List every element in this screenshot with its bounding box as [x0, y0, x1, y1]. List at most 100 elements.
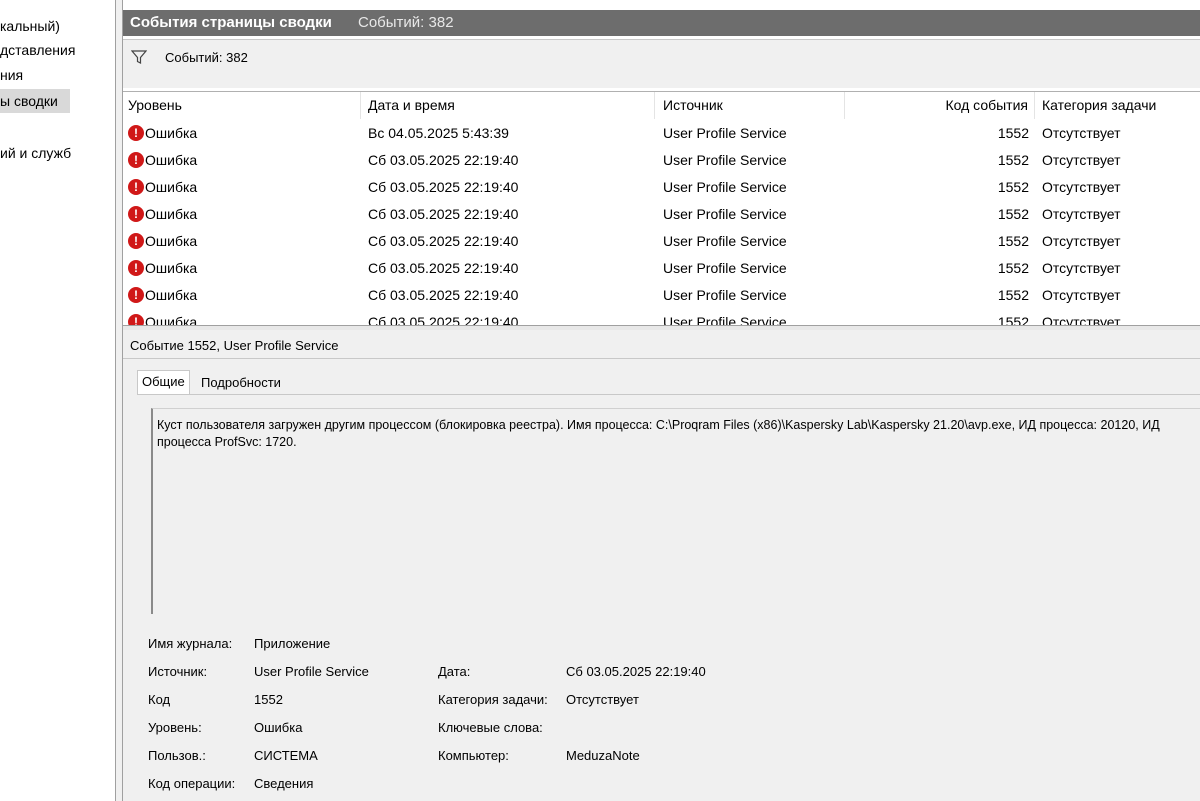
event-code-cell: 1552 [997, 152, 1029, 168]
code-value: 1552 [254, 692, 283, 707]
log-name-label: Имя журнала: [148, 636, 233, 651]
task-category-cell: Отсутствует [1042, 233, 1121, 249]
event-code-cell: 1552 [997, 287, 1029, 303]
filter-icon[interactable] [131, 49, 147, 65]
level-label: Уровень: [148, 720, 202, 735]
tree-item[interactable]: кальный) [0, 14, 60, 38]
datetime-cell: Сб 03.05.2025 22:19:40 [368, 233, 519, 249]
filter-text: Событий: 382 [165, 50, 248, 65]
level-cell: Ошибка [145, 179, 198, 195]
code-label: Код [148, 692, 171, 707]
events-table: Уровень Дата и время Источник Код событи… [123, 91, 1200, 326]
error-icon: ! [128, 233, 144, 249]
datetime-cell: Сб 03.05.2025 22:19:40 [368, 152, 519, 168]
task-category-cell: Отсутствует [1042, 260, 1121, 276]
computer-label: Компьютер: [438, 748, 509, 763]
filter-bar: Событий: 382 [123, 39, 1200, 88]
datetime-cell: Сб 03.05.2025 22:19:40 [368, 179, 519, 195]
date-value: Сб 03.05.2025 22:19:40 [566, 664, 706, 679]
divider [123, 358, 1200, 359]
source-cell: User Profile Service [663, 206, 787, 222]
pane-splitter[interactable] [116, 0, 123, 801]
table-row[interactable]: ! Ошибка Сб 03.05.2025 22:19:40 User Profil… [123, 228, 1200, 255]
opcode-label: Код операции: [148, 776, 236, 791]
divider [137, 394, 1200, 395]
error-icon: ! [128, 125, 144, 141]
page-header: События страницы сводки Событий: 382 [123, 10, 1200, 36]
source-cell: User Profile Service [663, 260, 787, 276]
source-label: Источник: [148, 664, 208, 679]
source-value: User Profile Service [254, 664, 369, 679]
table-row[interactable]: ! Ошибка Сб 03.05.2025 22:19:40 User Profil… [123, 147, 1200, 174]
tree-item[interactable]: дставления [0, 38, 75, 62]
date-label: Дата: [438, 664, 471, 679]
table-row[interactable]: ! Ошибка Сб 03.05.2025 22:19:40 User Profil… [123, 282, 1200, 309]
level-cell: Ошибка [145, 125, 198, 141]
tree-item-selected[interactable]: ы сводки [0, 89, 70, 113]
task-category-cell: Отсутствует [1042, 179, 1121, 195]
column-header-source[interactable]: Источник [655, 92, 845, 119]
keywords-label: Ключевые слова: [438, 720, 543, 735]
level-cell: Ошибка [145, 314, 198, 326]
datetime-cell: Сб 03.05.2025 22:19:40 [368, 287, 519, 303]
error-icon: ! [128, 287, 144, 303]
datetime-cell: Сб 03.05.2025 22:19:40 [368, 206, 519, 222]
task-category-cell: Отсутствует [1042, 287, 1121, 303]
event-description-box[interactable]: Куст пользователя загружен другим процес… [151, 408, 1200, 614]
task-category-cell: Отсутствует [1042, 152, 1121, 168]
level-cell: Ошибка [145, 233, 198, 249]
event-count: Событий: 382 [358, 14, 454, 31]
error-icon: ! [128, 179, 144, 195]
table-row[interactable]: ! Ошибка Сб 03.05.2025 22:19:40 User Profil… [123, 174, 1200, 201]
event-details-title: Событие 1552, User Profile Service [130, 338, 339, 353]
level-cell: Ошибка [145, 287, 198, 303]
table-row[interactable]: ! Ошибка Сб 03.05.2025 22:19:40 User Profil… [123, 255, 1200, 282]
event-description: Куст пользователя загружен другим процес… [157, 418, 1160, 449]
tab-details[interactable]: Подробности [197, 372, 285, 394]
task-category-label: Категория задачи: [438, 692, 548, 707]
tree-item[interactable]: ния [0, 63, 23, 87]
column-header-datetime[interactable]: Дата и время [361, 92, 655, 119]
level-cell: Ошибка [145, 206, 198, 222]
event-details-pane: Событие 1552, User Profile Service Общие… [123, 330, 1200, 801]
source-cell: User Profile Service [663, 179, 787, 195]
event-code-cell: 1552 [997, 260, 1029, 276]
event-code-cell: 1552 [997, 179, 1029, 195]
level-cell: Ошибка [145, 260, 198, 276]
table-row[interactable]: ! Ошибка Вс 04.05.2025 5:43:39 User Profile… [123, 120, 1200, 147]
navigation-tree: кальный) дставления ния ы сводки ий и сл… [0, 0, 116, 801]
opcode-value: Сведения [254, 776, 314, 791]
column-header-event-code[interactable]: Код события [845, 92, 1035, 119]
column-header-level[interactable]: Уровень [123, 92, 361, 119]
table-row[interactable]: ! Ошибка Сб 03.05.2025 22:19:40 User Profil… [123, 309, 1200, 326]
error-icon: ! [128, 152, 144, 168]
user-label: Пользов.: [148, 748, 206, 763]
source-cell: User Profile Service [663, 287, 787, 303]
tab-general[interactable]: Общие [137, 370, 190, 395]
column-header-task-category[interactable]: Категория задачи [1035, 92, 1200, 119]
task-category-cell: Отсутствует [1042, 125, 1121, 141]
datetime-cell: Вс 04.05.2025 5:43:39 [368, 125, 509, 141]
level-value: Ошибка [254, 720, 303, 735]
source-cell: User Profile Service [663, 152, 787, 168]
table-row[interactable]: ! Ошибка Сб 03.05.2025 22:19:40 User Profil… [123, 201, 1200, 228]
source-cell: User Profile Service [663, 314, 787, 326]
source-cell: User Profile Service [663, 125, 787, 141]
source-cell: User Profile Service [663, 233, 787, 249]
event-code-cell: 1552 [997, 314, 1029, 326]
datetime-cell: Сб 03.05.2025 22:19:40 [368, 260, 519, 276]
user-value: СИСТЕМА [254, 748, 318, 763]
task-category-cell: Отсутствует [1042, 206, 1121, 222]
page-title: События страницы сводки [130, 14, 332, 31]
task-category-cell: Отсутствует [1042, 314, 1121, 326]
computer-value: MeduzaNote [566, 748, 640, 763]
task-category-value: Отсутствует [566, 692, 639, 707]
error-icon: ! [128, 206, 144, 222]
error-icon: ! [128, 260, 144, 276]
datetime-cell: Сб 03.05.2025 22:19:40 [368, 314, 519, 326]
event-code-cell: 1552 [997, 206, 1029, 222]
tree-item[interactable]: ий и служб [0, 141, 71, 165]
level-cell: Ошибка [145, 152, 198, 168]
event-code-cell: 1552 [997, 233, 1029, 249]
log-name-value: Приложение [254, 636, 331, 651]
